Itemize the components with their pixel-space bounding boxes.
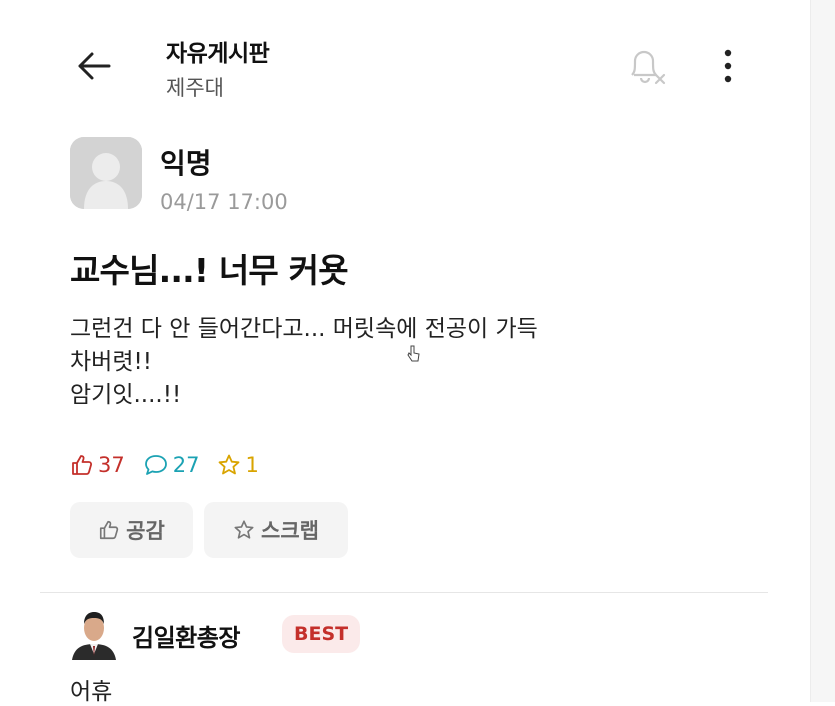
post-body-line: 암기잇....!! [70,382,182,408]
author-name: 익명 [160,147,212,180]
scrollbar-track [810,0,835,702]
profile-photo-icon [70,606,118,660]
like-button[interactable]: 공감 [70,502,193,558]
notification-button[interactable] [624,42,672,90]
comment-count-value: 27 [172,453,200,477]
anonymous-avatar [70,137,142,209]
board-subtitle: 제주대 [166,76,224,100]
like-count: 37 [70,453,125,477]
more-vertical-icon [724,49,732,83]
scrap-count: 1 [217,453,259,477]
post-body-line: 그런건 다 안 들어간다고... 머릿속에 전공이 가득 [70,316,538,342]
board-title: 자유게시판 [166,41,270,67]
post-body-line: 차버렷!! [70,349,152,375]
scrap-button-label: 스크랩 [261,519,319,543]
post-timestamp: 04/17 17:00 [160,190,288,214]
comment-count: 27 [143,453,200,477]
arrow-left-icon [78,52,111,80]
post-stats: 37 27 1 [70,453,277,477]
like-button-label: 공감 [126,519,165,543]
speech-bubble-icon [144,455,167,475]
commenter-avatar [70,606,118,660]
post-body: 그런건 다 안 들어간다고... 머릿속에 전공이 가득 차버렷!! 암기잇..… [70,313,690,412]
scrap-button[interactable]: 스크랩 [204,502,348,558]
best-badge: BEST [282,615,361,653]
bell-off-icon [631,50,666,85]
back-button[interactable] [72,46,116,86]
star-icon [219,454,240,475]
user-silhouette-icon [70,137,142,209]
commenter-name: 김일환총장 [132,624,240,652]
hand-cursor-icon [407,345,420,362]
scrap-count-value: 1 [245,453,259,477]
comment-text: 어휴 [70,679,113,705]
like-count-value: 37 [98,453,125,477]
thumbs-up-icon [100,520,119,540]
comments-divider [40,592,768,593]
more-options-button[interactable] [708,44,748,88]
star-icon [234,520,254,539]
post-title: 교수님...! 너무 커욧 [70,251,349,290]
thumbs-up-icon [72,455,93,475]
